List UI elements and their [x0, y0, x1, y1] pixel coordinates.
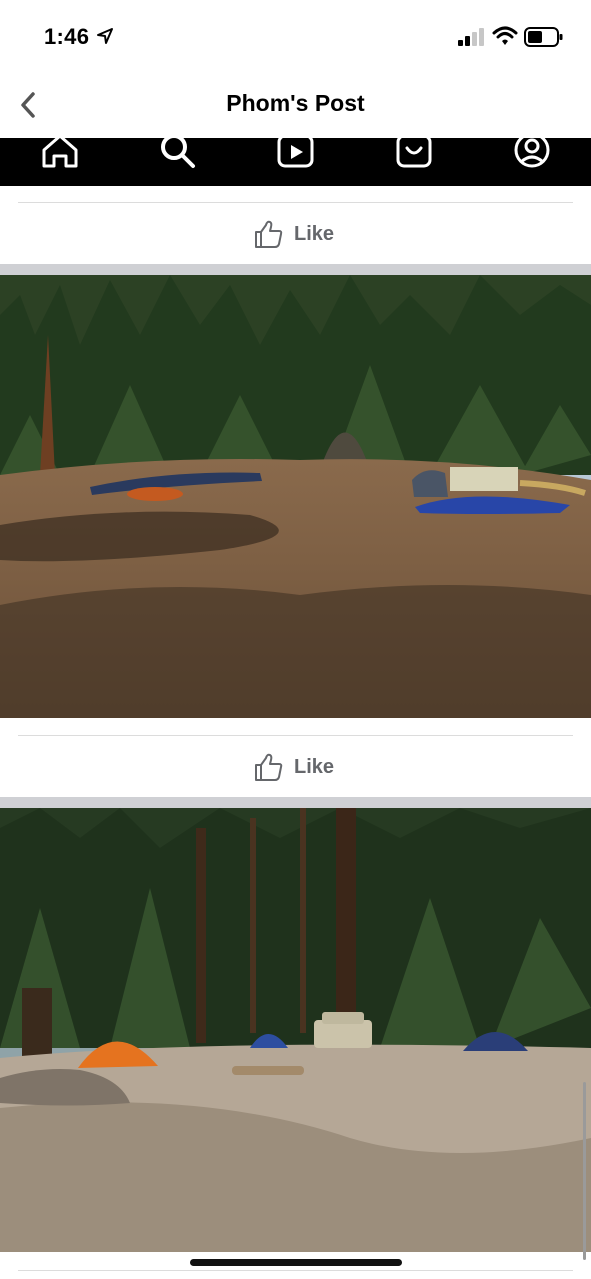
- search-icon[interactable]: [157, 138, 197, 170]
- shop-icon[interactable]: [394, 138, 434, 170]
- like-label: Like: [294, 755, 335, 778]
- forest-clearing-photo: [0, 275, 591, 718]
- page-title: Phom's Post: [226, 90, 365, 116]
- thumbs-up-icon: [255, 753, 283, 781]
- divider: [18, 202, 573, 203]
- campsite-photo: [0, 808, 591, 1252]
- thumbs-up-icon: [255, 220, 283, 248]
- status-bar: 1:46: [0, 0, 591, 72]
- status-time: 1:46: [44, 24, 90, 49]
- post-photo[interactable]: [0, 808, 591, 1252]
- profile-icon[interactable]: [512, 138, 552, 170]
- home-icon[interactable]: [40, 138, 80, 170]
- wifi-icon: [492, 26, 518, 45]
- like-row: Like: [0, 204, 591, 264]
- like-row: Like: [0, 737, 591, 797]
- divider: [18, 735, 573, 736]
- video-icon[interactable]: [276, 138, 316, 170]
- like-button[interactable]: Like: [254, 219, 334, 249]
- scrollbar[interactable]: [583, 1082, 586, 1260]
- battery-icon: [524, 27, 563, 47]
- nav-bar: Phom's Post: [0, 72, 591, 138]
- post-separator: [0, 797, 591, 808]
- like-label: Like: [294, 222, 335, 245]
- post-separator: [0, 264, 591, 275]
- home-indicator[interactable]: [190, 1259, 402, 1266]
- cellular-signal-icon: [458, 28, 484, 46]
- divider: [18, 1270, 573, 1271]
- like-button[interactable]: Like: [254, 752, 334, 782]
- app-tab-bar: [0, 138, 591, 186]
- location-arrow-icon: [97, 28, 113, 44]
- post-photo[interactable]: [0, 275, 591, 718]
